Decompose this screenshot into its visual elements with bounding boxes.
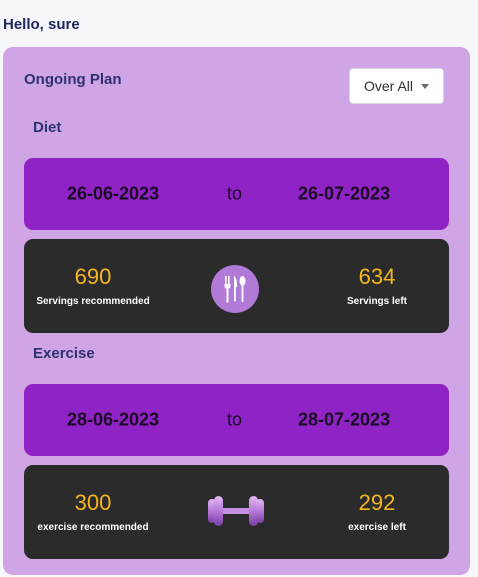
exercise-section-label: Exercise <box>33 345 95 362</box>
filter-select[interactable]: Over All <box>349 68 444 104</box>
exercise-left-label: exercise left <box>348 522 406 533</box>
exercise-start-date: 28-06-2023 <box>67 409 160 430</box>
dumbbell-icon <box>203 491 269 531</box>
exercise-recommended-label: exercise recommended <box>37 522 149 533</box>
exercise-end-date: 28-07-2023 <box>298 409 391 430</box>
exercise-date-range: 28-06-2023 to 28-07-2023 <box>24 384 449 456</box>
ongoing-plan-panel: Ongoing Plan Over All Diet 26-06-2023 to… <box>3 47 470 575</box>
greeting-text: Hello, sure <box>3 16 80 33</box>
exercise-recommended-value: 300 <box>74 490 112 515</box>
diet-stats-card: 690 Servings recommended 634 Servings le… <box>24 239 449 333</box>
plan-title: Ongoing Plan <box>24 71 122 88</box>
exercise-to-text: to <box>227 409 243 430</box>
exercise-stats-card: 300 exercise recommended 292 exercise le… <box>24 465 449 559</box>
filter-select-value: Over All <box>363 78 413 94</box>
utensils-icon <box>210 264 260 314</box>
diet-start-date: 26-06-2023 <box>67 183 160 204</box>
diet-date-range: 26-06-2023 to 26-07-2023 <box>24 158 449 230</box>
chevron-down-icon <box>421 83 429 89</box>
diet-section-label: Diet <box>33 119 62 136</box>
diet-left-label: Servings left <box>346 296 408 307</box>
diet-end-date: 26-07-2023 <box>298 183 391 204</box>
diet-recommended-label: Servings recommended <box>36 296 150 307</box>
exercise-left-value: 292 <box>358 490 396 515</box>
diet-left-value: 634 <box>358 264 396 289</box>
diet-recommended-value: 690 <box>74 264 112 289</box>
diet-to-text: to <box>227 183 243 204</box>
